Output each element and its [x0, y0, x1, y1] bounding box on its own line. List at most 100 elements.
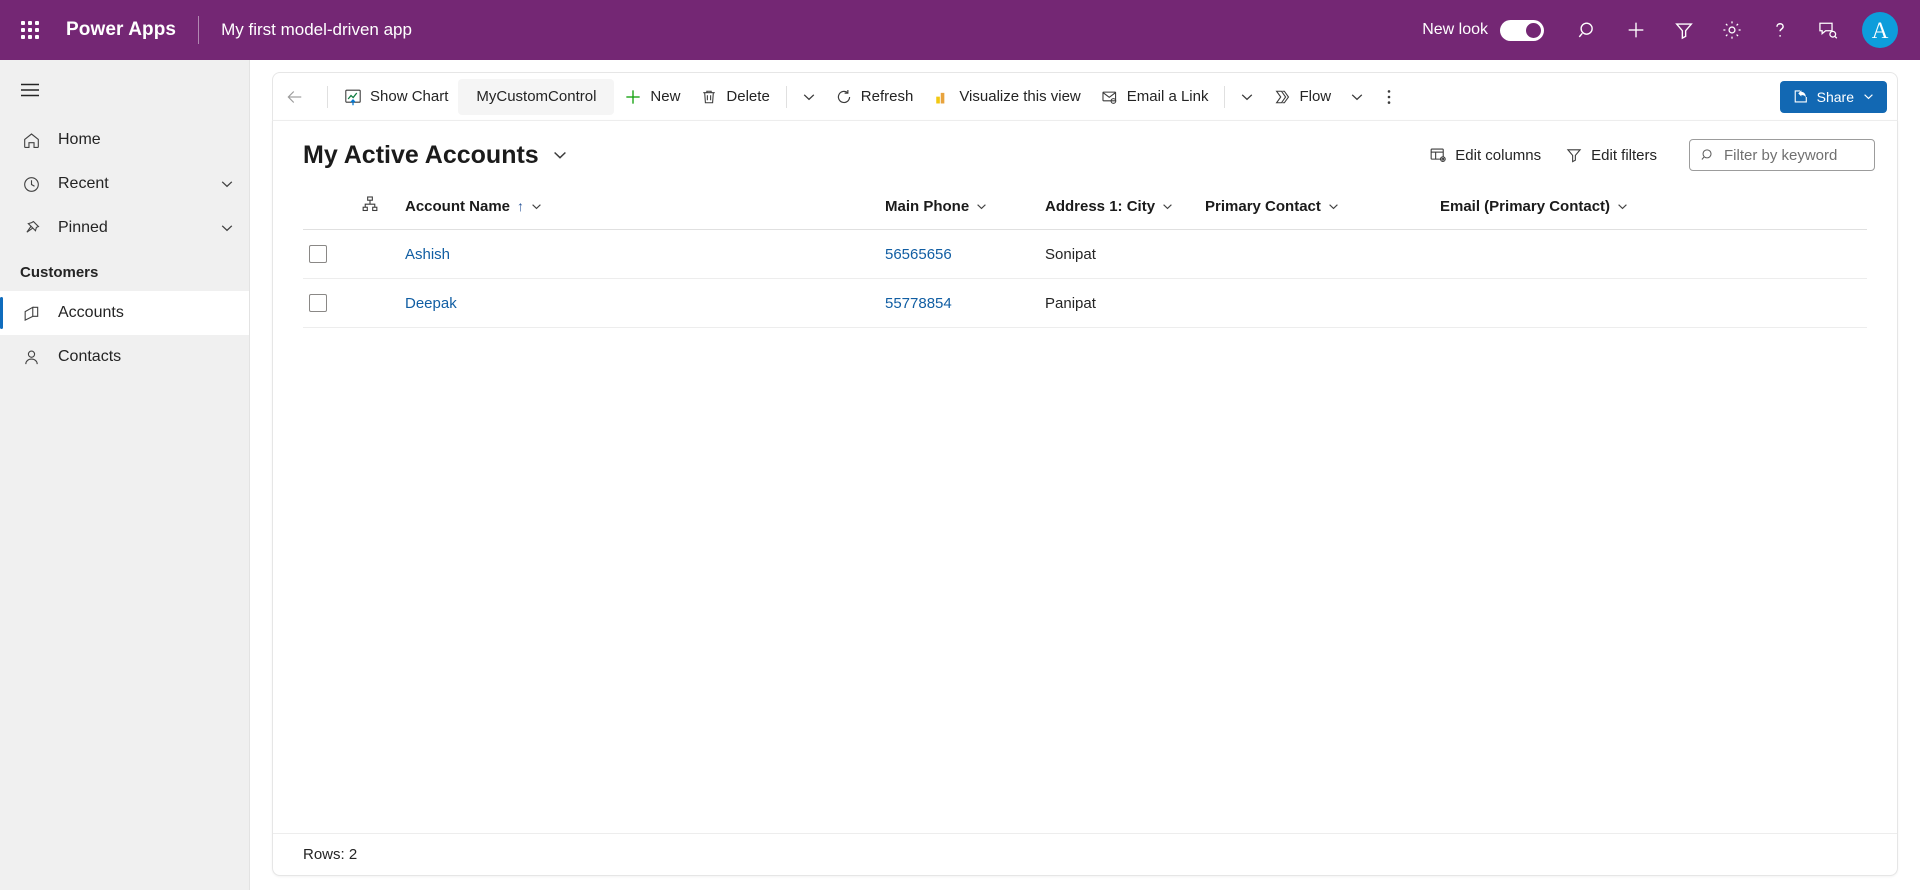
visualize-view-button[interactable]: Visualize this view: [923, 79, 1090, 115]
phone-link[interactable]: 56565656: [885, 246, 952, 263]
back-button[interactable]: [277, 79, 321, 115]
row-checkbox[interactable]: [309, 245, 327, 263]
table-row[interactable]: Deepak 55778854 Panipat: [303, 279, 1867, 328]
sidebar-item-label: Recent: [58, 175, 109, 193]
sidebar-item-contacts[interactable]: Contacts: [0, 335, 249, 379]
phone-link[interactable]: 55778854: [885, 295, 952, 312]
sidebar-item-accounts[interactable]: Accounts: [0, 291, 249, 335]
feedback-icon[interactable]: [1804, 6, 1852, 54]
flow-label: Flow: [1299, 88, 1331, 105]
column-header-email-primary-contact[interactable]: Email (Primary Contact): [1434, 185, 1867, 230]
sort-ascending-icon: ↑: [517, 198, 524, 214]
column-header-label: Address 1: City: [1045, 198, 1155, 215]
flow-button[interactable]: Flow: [1263, 79, 1341, 115]
search-input[interactable]: [1724, 147, 1864, 164]
show-chart-button[interactable]: Show Chart: [334, 79, 458, 115]
edit-columns-button[interactable]: Edit columns: [1417, 139, 1553, 171]
gear-icon[interactable]: [1708, 6, 1756, 54]
show-chart-label: Show Chart: [370, 88, 448, 105]
app-launcher-icon[interactable]: [6, 6, 54, 54]
hierarchy-icon: [361, 200, 379, 217]
column-header-label: Account Name: [405, 198, 510, 215]
custom-control-button[interactable]: MyCustomControl: [458, 79, 614, 115]
row-checkbox[interactable]: [309, 294, 327, 312]
select-all-header[interactable]: [303, 185, 355, 230]
search-icon: [1700, 147, 1716, 163]
view-header: My Active Accounts: [273, 121, 1897, 185]
chevron-down-icon[interactable]: [975, 200, 988, 213]
chevron-down-icon: [801, 89, 817, 105]
new-look-toggle[interactable]: [1500, 20, 1544, 41]
cell-city: Sonipat: [1039, 230, 1199, 279]
row-hierarchy-cell: [355, 230, 399, 279]
sidebar-item-pinned[interactable]: Pinned: [0, 206, 249, 250]
filter-icon[interactable]: [1660, 6, 1708, 54]
cell-main-phone[interactable]: 56565656: [879, 230, 1039, 279]
new-button[interactable]: New: [614, 79, 690, 115]
sidebar-item-home[interactable]: Home: [0, 118, 249, 162]
chart-icon: [344, 88, 362, 106]
hamburger-icon[interactable]: [8, 68, 52, 112]
column-header-address1-city[interactable]: Address 1: City: [1039, 185, 1199, 230]
chevron-down-icon[interactable]: [219, 220, 235, 236]
column-header-primary-contact[interactable]: Primary Contact: [1199, 185, 1434, 230]
filter-by-keyword-box[interactable]: [1689, 139, 1875, 171]
sidebar: Home Recent: [0, 60, 250, 890]
row-select-cell[interactable]: [303, 279, 355, 328]
share-button[interactable]: Share: [1780, 81, 1887, 113]
sidebar-item-label: Accounts: [58, 304, 124, 322]
grid-panel: My Active Accounts: [272, 120, 1898, 876]
view-selector-chevron-down-icon[interactable]: [551, 146, 569, 164]
command-separator: [1224, 86, 1225, 108]
more-commands-button[interactable]: [1373, 79, 1405, 115]
column-header-label: Email (Primary Contact): [1440, 198, 1610, 215]
chevron-down-icon[interactable]: [1616, 200, 1629, 213]
chevron-down-icon[interactable]: [219, 176, 235, 192]
sidebar-item-recent[interactable]: Recent: [0, 162, 249, 206]
chevron-down-icon[interactable]: [530, 200, 543, 213]
pin-icon: [20, 219, 42, 238]
delete-button[interactable]: Delete: [690, 79, 779, 115]
cell-account-name[interactable]: Deepak: [399, 279, 879, 328]
row-count-label: Rows: 2: [303, 846, 357, 863]
plus-icon[interactable]: [1612, 6, 1660, 54]
refresh-button[interactable]: Refresh: [825, 79, 924, 115]
table-row[interactable]: Ashish 56565656 Sonipat: [303, 230, 1867, 279]
column-header-main-phone[interactable]: Main Phone: [879, 185, 1039, 230]
contact-person-icon: [20, 348, 42, 367]
grid-scroll-area[interactable]: Account Name ↑: [273, 185, 1897, 833]
account-name-link[interactable]: Deepak: [405, 295, 457, 312]
email-overflow-button[interactable]: [1231, 79, 1263, 115]
cell-main-phone[interactable]: 55778854: [879, 279, 1039, 328]
flow-overflow-button[interactable]: [1341, 79, 1373, 115]
row-select-cell[interactable]: [303, 230, 355, 279]
cell-account-name[interactable]: Ashish: [399, 230, 879, 279]
app-name[interactable]: My first model-driven app: [221, 20, 412, 40]
delete-overflow-button[interactable]: [793, 79, 825, 115]
accounts-icon: [20, 304, 42, 323]
email-a-link-button[interactable]: Email a Link: [1091, 79, 1219, 115]
chevron-down-icon[interactable]: [1161, 200, 1174, 213]
brand-title[interactable]: Power Apps: [66, 19, 176, 41]
avatar[interactable]: A: [1862, 12, 1898, 48]
hierarchy-column-header: [355, 185, 399, 230]
email-a-link-label: Email a Link: [1127, 88, 1209, 105]
sidebar-item-label: Contacts: [58, 348, 121, 366]
help-icon[interactable]: [1756, 6, 1804, 54]
column-header-label: Primary Contact: [1205, 198, 1321, 215]
page-title[interactable]: My Active Accounts: [303, 141, 539, 170]
edit-filters-button[interactable]: Edit filters: [1553, 139, 1669, 171]
cell-email: [1434, 279, 1867, 328]
chevron-down-icon: [1862, 90, 1875, 103]
search-icon[interactable]: [1564, 6, 1612, 54]
chevron-down-icon[interactable]: [1327, 200, 1340, 213]
bar-chart-icon: [933, 88, 951, 106]
column-header-account-name[interactable]: Account Name ↑: [399, 185, 879, 230]
flow-icon: [1273, 88, 1291, 106]
new-label: New: [650, 88, 680, 105]
account-name-link[interactable]: Ashish: [405, 246, 450, 263]
sidebar-group-title: Customers: [0, 250, 249, 291]
plus-icon: [624, 88, 642, 106]
column-header-label: Main Phone: [885, 198, 969, 215]
table-head: Account Name ↑: [303, 185, 1867, 230]
